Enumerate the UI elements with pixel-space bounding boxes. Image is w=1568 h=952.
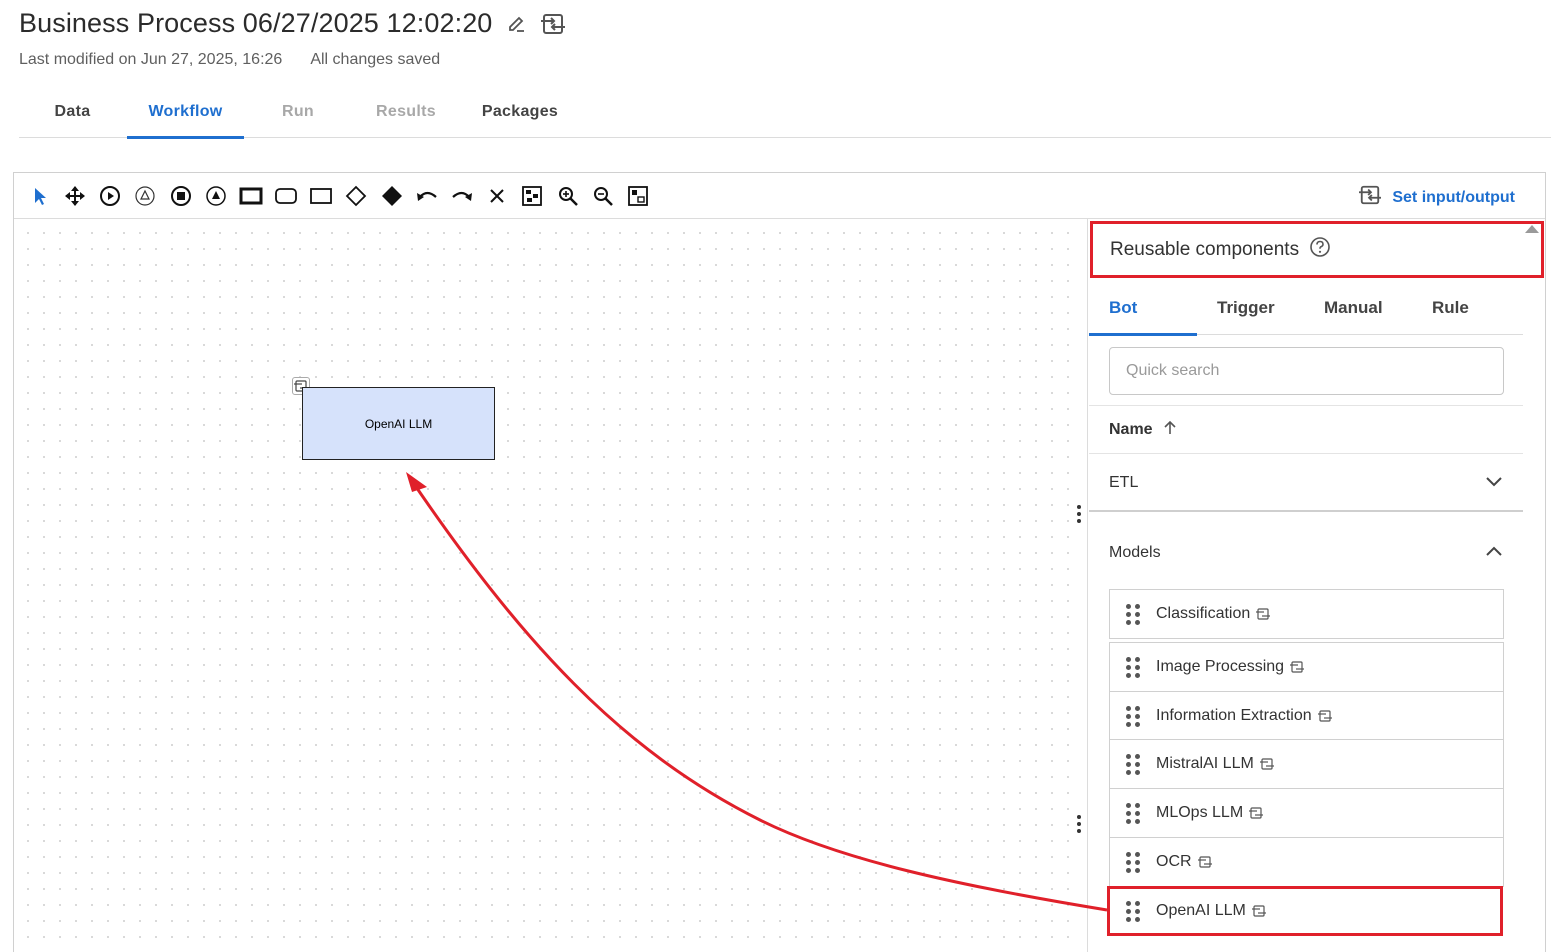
group-models[interactable]: Models bbox=[1089, 531, 1523, 575]
chevron-down-icon bbox=[1485, 474, 1503, 492]
set-input-output-button[interactable]: Set input/output bbox=[1358, 184, 1515, 211]
component-item[interactable]: Classification bbox=[1109, 589, 1504, 639]
input-output-icon bbox=[1290, 661, 1305, 673]
input-output-icon bbox=[1197, 856, 1212, 868]
component-label: OCR bbox=[1156, 853, 1192, 870]
gateway-icon[interactable] bbox=[343, 183, 369, 209]
component-label: OpenAI LLM bbox=[1156, 902, 1246, 919]
tab-rule-label: Rule bbox=[1432, 297, 1469, 317]
component-label: MistralAI LLM bbox=[1156, 755, 1254, 772]
component-item[interactable]: Information Extraction bbox=[1109, 691, 1504, 741]
component-item[interactable]: Image Processing bbox=[1109, 642, 1504, 692]
scroll-up-icon[interactable] bbox=[1525, 225, 1539, 233]
tab-manual-label: Manual bbox=[1324, 297, 1383, 317]
resize-handle-icon[interactable] bbox=[1076, 815, 1082, 833]
resize-handle-icon[interactable] bbox=[1076, 505, 1082, 523]
task-bold-icon[interactable] bbox=[238, 183, 264, 209]
fit-icon[interactable] bbox=[519, 183, 545, 209]
main-tabs: Data Workflow Run Results Packages bbox=[19, 86, 1551, 139]
component-item[interactable]: MistralAI LLM bbox=[1109, 739, 1504, 789]
minimap-icon[interactable] bbox=[625, 183, 651, 209]
tab-rule[interactable]: Rule bbox=[1412, 281, 1469, 334]
meta-row: Last modified on Jun 27, 2025, 16:26 All… bbox=[19, 51, 440, 69]
zoom-in-icon[interactable] bbox=[555, 183, 581, 209]
group-etl-label: ETL bbox=[1109, 473, 1139, 491]
tab-run[interactable]: Run bbox=[261, 86, 335, 137]
tab-data[interactable]: Data bbox=[35, 86, 110, 137]
tab-results[interactable]: Results bbox=[359, 86, 453, 137]
move-icon[interactable] bbox=[62, 183, 88, 209]
component-item[interactable]: OCR bbox=[1109, 837, 1504, 887]
redo-icon[interactable] bbox=[449, 183, 475, 209]
component-item-highlighted[interactable]: OpenAI LLM bbox=[1107, 886, 1503, 936]
tab-packages[interactable]: Packages bbox=[475, 86, 565, 137]
tab-trigger-label: Trigger bbox=[1217, 297, 1275, 317]
workflow-node-openai-llm[interactable]: OpenAI LLM bbox=[302, 387, 495, 460]
edit-icon[interactable] bbox=[506, 13, 528, 35]
delete-icon[interactable] bbox=[484, 183, 510, 209]
set-input-output-label: Set input/output bbox=[1392, 188, 1515, 206]
input-output-icon bbox=[1251, 905, 1266, 917]
input-output-icon bbox=[1259, 758, 1274, 770]
group-etl[interactable]: ETL bbox=[1089, 455, 1523, 512]
intermediate-event-icon[interactable] bbox=[132, 183, 158, 209]
save-status-text: All changes saved bbox=[310, 51, 441, 68]
group-models-label: Models bbox=[1109, 544, 1161, 561]
drag-handle-icon[interactable] bbox=[1126, 802, 1140, 824]
drag-handle-icon[interactable] bbox=[1126, 656, 1140, 678]
gateway-filled-icon[interactable] bbox=[379, 183, 405, 209]
escalation-event-icon[interactable] bbox=[203, 183, 229, 209]
zoom-out-icon[interactable] bbox=[590, 183, 616, 209]
reusable-components-panel: Reusable components Bot Trigger Manual R… bbox=[1089, 219, 1544, 952]
tab-workflow[interactable]: Workflow bbox=[127, 86, 244, 139]
quick-search-input[interactable] bbox=[1109, 347, 1504, 395]
drag-handle-icon[interactable] bbox=[1126, 900, 1140, 922]
component-label: Classification bbox=[1156, 605, 1251, 622]
drag-handle-icon[interactable] bbox=[1126, 603, 1140, 625]
arrow-up-icon bbox=[1163, 419, 1177, 440]
component-label: Information Extraction bbox=[1156, 707, 1312, 724]
drag-handle-icon[interactable] bbox=[1126, 851, 1140, 873]
tab-bot[interactable]: Bot bbox=[1089, 281, 1198, 336]
sort-by-name-header[interactable]: Name bbox=[1089, 405, 1523, 454]
title-row: Business Process 06/27/2025 12:02:20 bbox=[19, 8, 566, 39]
start-event-icon[interactable] bbox=[97, 183, 123, 209]
panel-header: Reusable components bbox=[1090, 221, 1544, 278]
undo-icon[interactable] bbox=[414, 183, 440, 209]
workflow-editor: Set input/output OpenAI LLM Reusable com… bbox=[13, 172, 1546, 952]
node-label: OpenAI LLM bbox=[364, 416, 433, 431]
input-output-icon bbox=[1256, 608, 1271, 620]
tab-manual[interactable]: Manual bbox=[1304, 281, 1383, 334]
last-modified-text: Last modified on Jun 27, 2025, 16:26 bbox=[19, 51, 283, 68]
input-output-icon bbox=[1317, 710, 1332, 722]
chevron-up-icon bbox=[1485, 544, 1503, 562]
component-label: Image Processing bbox=[1156, 658, 1285, 675]
task-icon[interactable] bbox=[308, 183, 334, 209]
drag-handle-icon[interactable] bbox=[1126, 753, 1140, 775]
end-event-icon[interactable] bbox=[168, 183, 194, 209]
tab-trigger[interactable]: Trigger bbox=[1197, 281, 1275, 334]
panel-splitter[interactable] bbox=[1070, 219, 1088, 952]
editor-toolbar: Set input/output bbox=[14, 173, 1545, 219]
input-output-icon[interactable] bbox=[540, 12, 566, 36]
workflow-canvas[interactable]: OpenAI LLM bbox=[14, 219, 1070, 952]
drag-handle-icon[interactable] bbox=[1126, 705, 1140, 727]
pointer-icon[interactable] bbox=[27, 183, 53, 209]
component-label: MLOps LLM bbox=[1156, 804, 1244, 821]
input-output-icon bbox=[1358, 184, 1382, 211]
page-title: Business Process 06/27/2025 12:02:20 bbox=[19, 8, 493, 38]
component-tabs: Bot Trigger Manual Rule bbox=[1089, 281, 1523, 336]
input-output-icon bbox=[1249, 807, 1264, 819]
help-icon[interactable] bbox=[1309, 236, 1331, 264]
component-item[interactable]: MLOps LLM bbox=[1109, 788, 1504, 838]
panel-title: Reusable components bbox=[1110, 238, 1300, 260]
subprocess-icon[interactable] bbox=[273, 183, 299, 209]
tab-bot-label: Bot bbox=[1109, 297, 1138, 317]
sort-label: Name bbox=[1109, 420, 1153, 438]
